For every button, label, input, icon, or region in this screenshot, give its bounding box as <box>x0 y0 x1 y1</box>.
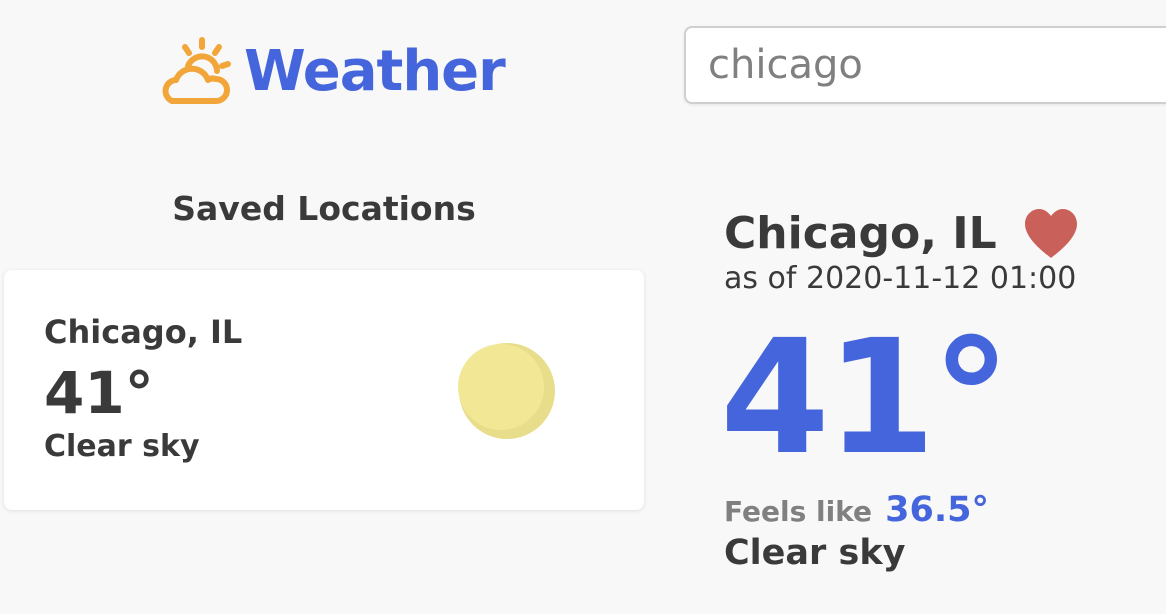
feels-like-label: Feels like <box>724 495 873 528</box>
saved-location-card[interactable]: Chicago, IL 41° Clear sky <box>4 270 644 510</box>
feels-like-value: 36.5° <box>885 490 989 530</box>
saved-locations-heading: Saved Locations <box>172 189 476 228</box>
current-timestamp: as of 2020-11-12 01:00 <box>724 261 1077 296</box>
sun-icon <box>458 343 555 439</box>
current-condition: Clear sky <box>724 533 906 573</box>
current-location-name: Chicago, IL <box>724 208 997 259</box>
logo-text: Weather <box>244 39 506 104</box>
saved-location-name: Chicago, IL <box>44 313 243 351</box>
sun-behind-cloud-icon <box>162 37 231 104</box>
current-location-header: Chicago, IL <box>724 204 1079 264</box>
saved-location-temp: 41° <box>44 359 154 427</box>
app-logo[interactable]: Weather <box>158 36 506 108</box>
saved-location-condition: Clear sky <box>44 429 200 464</box>
search-input[interactable] <box>684 26 1166 104</box>
current-temp: 41° <box>720 306 1011 490</box>
heart-icon[interactable] <box>1023 208 1079 260</box>
